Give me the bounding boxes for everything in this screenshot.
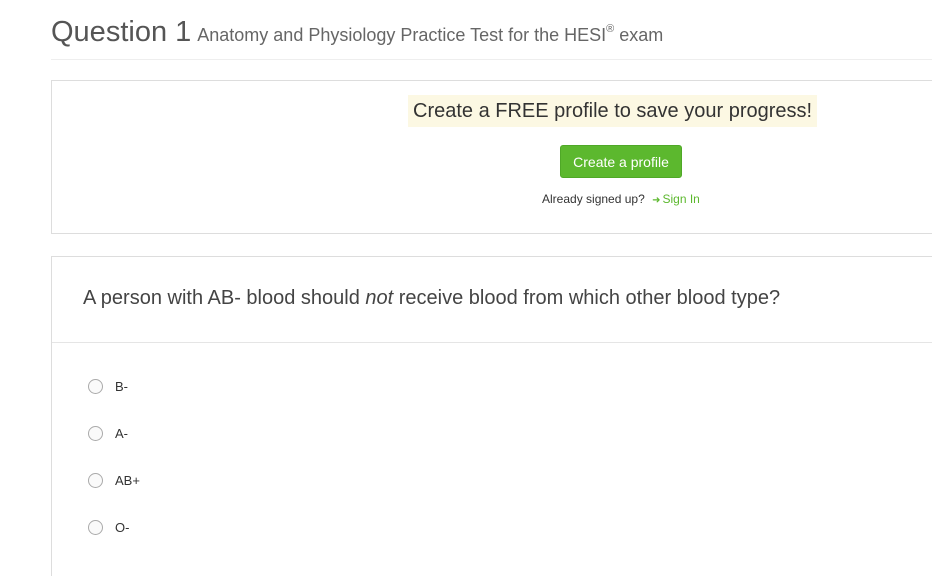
already-signed-up-text: Already signed up? — [542, 192, 645, 206]
answer-option-3[interactable]: AB+ — [88, 470, 140, 490]
test-subtitle-text: Anatomy and Physiology Practice Test for… — [197, 25, 607, 45]
radio-button[interactable] — [88, 425, 103, 441]
question-text: A person with AB- blood should not recei… — [83, 287, 780, 310]
promo-headline: Create a FREE profile to save your progr… — [408, 95, 818, 127]
question-text-before: A person with AB- blood should — [83, 287, 366, 309]
radio-button[interactable] — [88, 472, 103, 488]
answer-label: O- — [115, 519, 130, 535]
sign-in-label: Sign In — [662, 192, 700, 206]
question-stem-area: A person with AB- blood should not recei… — [52, 257, 932, 343]
question-text-emphasis: not — [365, 287, 394, 309]
answer-option-1[interactable]: B- — [88, 376, 128, 396]
answer-label: AB+ — [115, 472, 140, 488]
question-text-after: receive blood from which other blood typ… — [393, 287, 781, 309]
answer-option-4[interactable]: O- — [88, 517, 129, 537]
create-profile-button[interactable]: Create a profile — [560, 145, 682, 178]
question-header: Question 1 Anatomy and Physiology Practic… — [51, 14, 932, 60]
sign-in-icon: ➜ — [652, 195, 661, 206]
radio-button[interactable] — [88, 519, 103, 535]
sign-in-link[interactable]: ➜ Sign In — [652, 192, 700, 206]
radio-button[interactable] — [88, 378, 103, 394]
quiz-page: Question 1 Anatomy and Physiology Practic… — [0, 0, 932, 576]
question-panel: A person with AB- blood should not recei… — [51, 256, 932, 576]
signin-prompt: Already signed up? ➜ Sign In — [542, 192, 700, 206]
answer-option-2[interactable]: A- — [88, 423, 128, 443]
test-subtitle-end: exam — [614, 25, 664, 45]
question-number: Question 1 — [51, 16, 192, 48]
answer-label: B- — [115, 378, 128, 394]
profile-promo-panel: Create a FREE profile to save your progr… — [51, 80, 932, 234]
answer-label: A- — [115, 425, 128, 441]
test-subtitle: Anatomy and Physiology Practice Test for… — [197, 24, 664, 46]
